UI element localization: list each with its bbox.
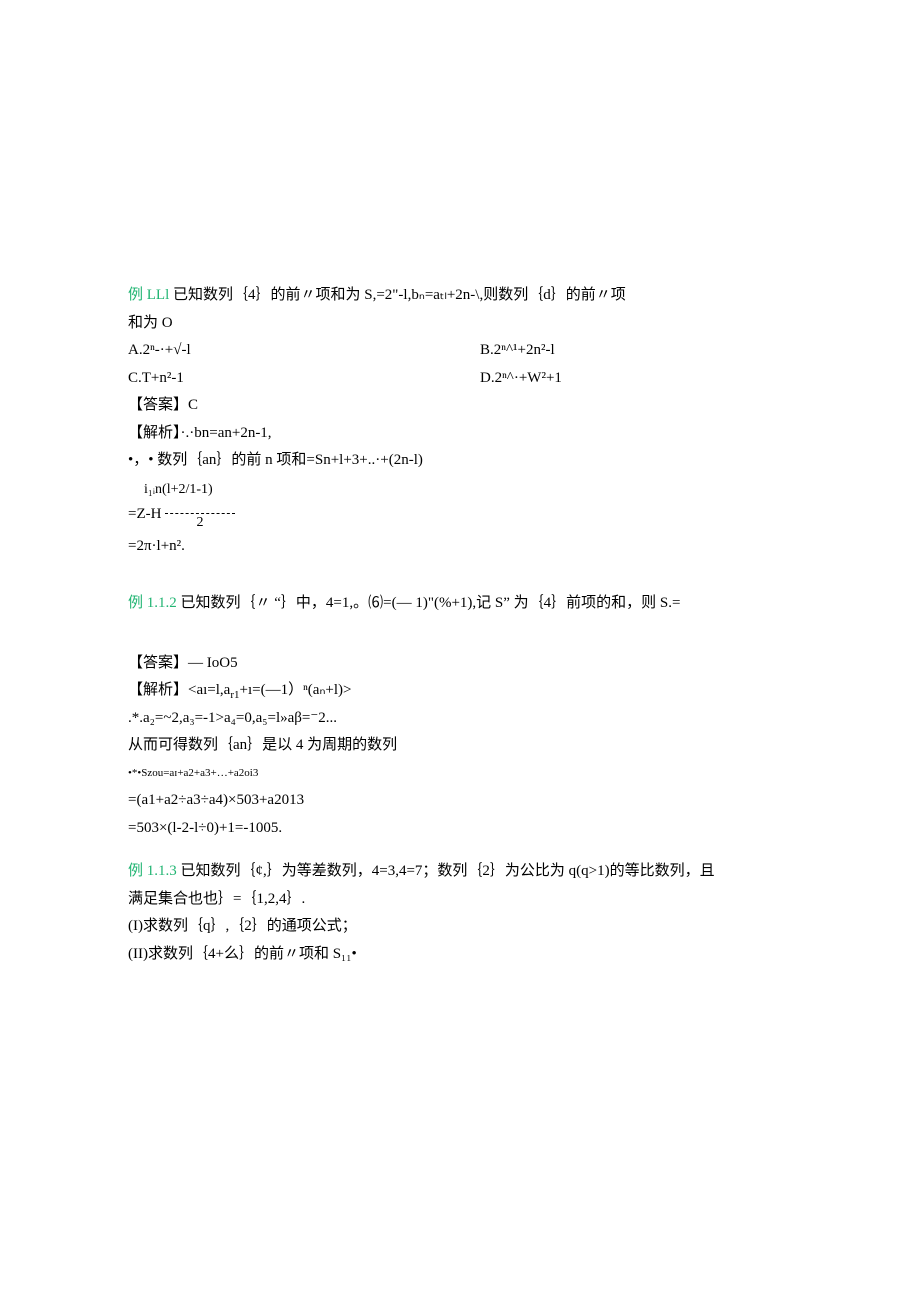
example-1-label: 例 LLl — [128, 287, 169, 303]
example-1-stem-line2: 和为 O — [128, 311, 800, 337]
frac-numerator: i₁ᵢn(l+2/1-1) — [144, 482, 213, 497]
example-2-stem: 例 1.1.2 已知数列｛〃 “｝中，4=1,。⑹=(— 1)"(%+1),记 … — [128, 591, 800, 617]
example-1-choices-cd: C.T+n²-1 D.2ⁿ^·+W²+1 — [128, 366, 800, 392]
example-2-solution-5: =(a1+a2÷a3÷a4)×503+a2013 — [128, 788, 800, 814]
example-2-solution-6: =503×(l-2-l÷0)+1=-1005. — [128, 816, 800, 842]
example-3-stem-line2: 满足集合也也｝=｛1,2,4｝. — [128, 887, 800, 913]
fraction: 2 — [165, 498, 235, 532]
frac-denominator: 2 — [196, 515, 203, 530]
example-3-part1: (I)求数列｛q｝,｛2｝的通项公式； — [128, 914, 800, 940]
example-1-choices-ab: A.2ⁿ‑·+√‑l B.2ⁿ^¹+2n²‑l — [128, 338, 800, 364]
example-3-stem-line1: 例 1.1.3 已知数列｛¢,｝为等差数列，4=3,4=7；数列｛2｝为公比为 … — [128, 859, 800, 885]
example-3-part2: (II)求数列｛4+么｝的前〃项和 S₁₁• — [128, 942, 800, 968]
example-2-solution-2: .*.a₂=~2,a₃=-1>a₄=0,a₅=l»aβ=⁻2... — [128, 706, 800, 732]
example-2-solution-4: •*•Szou=aɪ+a2+a3+…+a2oi3 — [128, 761, 800, 786]
example-1-answer: 【答案】C — [128, 393, 800, 419]
choice-a: A.2ⁿ‑·+√‑l — [128, 338, 191, 364]
example-3-stem1: 已知数列｛¢,｝为等差数列，4=3,4=7；数列｛2｝为公比为 q(q>1)的等… — [177, 863, 715, 879]
example-1-stem-line1: 例 LLl 已知数列｛4｝的前〃项和为 S,=2"‑l,bₙ=aₜₗ+2n‑\,… — [128, 283, 800, 309]
choice-b: B.2ⁿ^¹+2n²‑l — [480, 338, 800, 364]
choice-c: C.T+n²-1 — [128, 366, 184, 392]
example-1-solution-4: =2π·l+n². — [128, 534, 800, 560]
example-1-solution-2: •，• 数列｛an｝的前 n 项和=Sn+l+3+..·+(2n-l) — [128, 448, 800, 474]
example-2-solution-3: 从而可得数列｛an｝是以 4 为周期的数列 — [128, 733, 800, 759]
example-2-stem-text: 已知数列｛〃 “｝中，4=1,。⑹=(— 1)"(%+1),记 S” 为｛4｝前… — [177, 595, 681, 611]
example-2-answer: 【答案】— IoO5 — [128, 651, 800, 677]
example-2-label: 例 1.1.2 — [128, 595, 177, 611]
example-1-solution-3: i₁ᵢn(l+2/1-1) =Z-H 2 — [128, 476, 800, 532]
example-1-solution-3a: =Z-H — [128, 507, 161, 523]
example-3-label: 例 1.1.3 — [128, 863, 177, 879]
example-2-solution-1: 【解析】<aı=l,ar1+ı=(—1）ⁿ(aₙ+l)> — [128, 678, 800, 704]
choice-d: D.2ⁿ^·+W²+1 — [480, 366, 800, 392]
example-1-stem1: 已知数列｛4｝的前〃项和为 S,=2"‑l,bₙ=aₜₗ+2n‑\,则数列｛d｝… — [169, 287, 625, 303]
example-1-solution-1: 【解析】·.·bn=an+2n-1, — [128, 421, 800, 447]
